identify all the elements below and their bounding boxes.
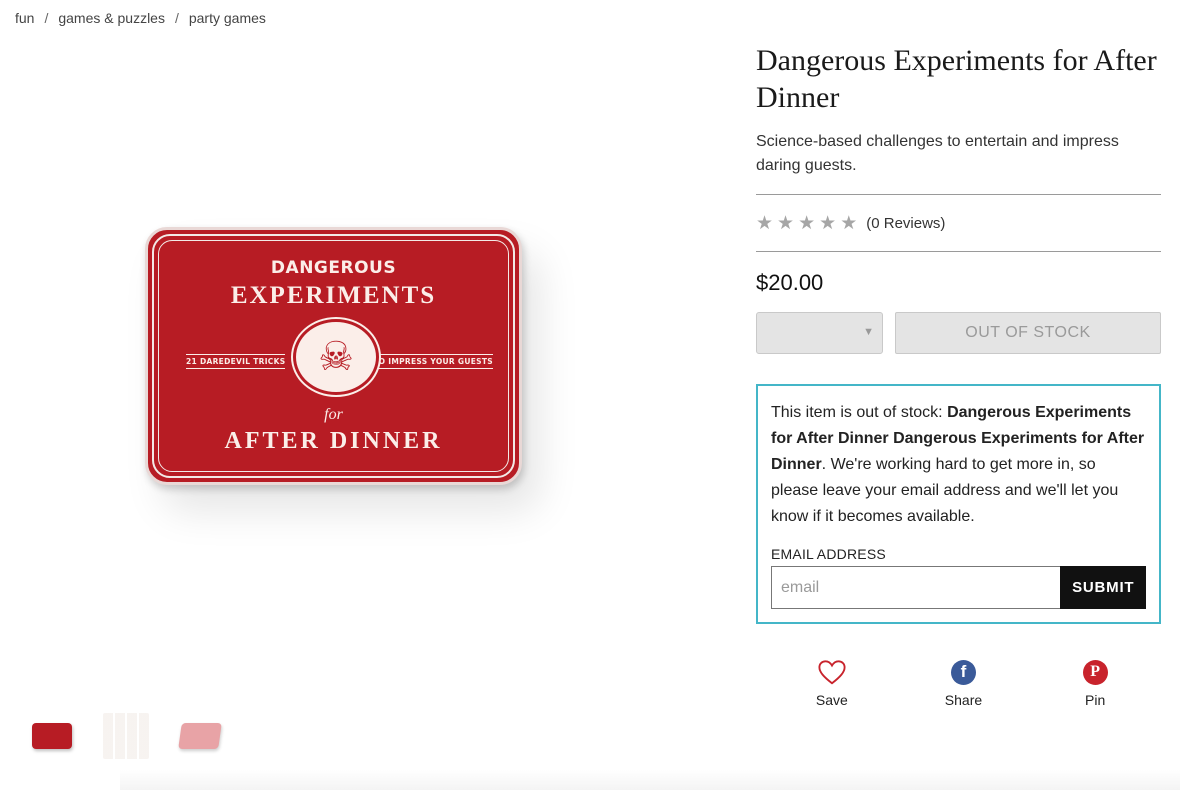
message-suffix: . We're working hard to get more in, so … xyxy=(771,456,1119,525)
out-of-stock-button: OUT OF STOCK xyxy=(895,312,1161,354)
product-price: $20.00 xyxy=(756,270,824,295)
pin-button[interactable]: P Pin xyxy=(1055,658,1135,708)
share-button[interactable]: f Share xyxy=(923,658,1003,708)
social-actions: Save f Share P Pin xyxy=(756,658,1161,708)
back-in-stock-form: This item is out of stock: Dangerous Exp… xyxy=(756,384,1161,624)
save-label: Save xyxy=(815,692,848,708)
purchase-row: ▼ OUT OF STOCK xyxy=(756,312,1161,354)
thumbnail-3[interactable] xyxy=(176,712,224,760)
thumbnail-tin-image xyxy=(32,723,72,749)
tin-tag-right: TO IMPRESS YOUR GUESTS xyxy=(373,354,493,369)
breadcrumb-party-games[interactable]: party games xyxy=(189,10,266,26)
facebook-icon: f xyxy=(949,658,977,686)
star-icon: ★ xyxy=(840,212,858,234)
section-divider-shadow xyxy=(120,770,1180,790)
thumbnail-cards-image xyxy=(103,713,149,759)
thumbnail-strip xyxy=(28,712,224,760)
tin-text-after-dinner: AFTER DINNER xyxy=(224,428,443,454)
save-button[interactable]: Save xyxy=(792,658,872,708)
breadcrumb-games-puzzles[interactable]: games & puzzles xyxy=(58,10,165,26)
heart-icon xyxy=(818,658,846,686)
submit-button[interactable]: SUBMIT xyxy=(1060,566,1146,609)
share-label: Share xyxy=(944,692,983,708)
message-prefix: This item is out of stock: xyxy=(771,404,948,421)
pin-label: Pin xyxy=(1085,692,1106,708)
breadcrumb-separator: / xyxy=(174,10,179,26)
star-icon: ★ xyxy=(756,212,774,234)
star-icon: ★ xyxy=(819,212,837,234)
quantity-select[interactable]: ▼ xyxy=(756,312,883,354)
thumbnail-1[interactable] xyxy=(28,712,76,760)
divider xyxy=(756,251,1161,252)
star-icon: ★ xyxy=(798,212,816,234)
email-label: EMAIL ADDRESS xyxy=(771,546,886,562)
thumbnail-2[interactable] xyxy=(102,712,150,760)
skull-crossbones-icon: ☠ xyxy=(293,319,379,395)
product-main-image[interactable]: DANGEROUS EXPERIMENTS 21 DAREDEVIL TRICK… xyxy=(145,227,522,485)
breadcrumb: fun / games & puzzles / party games xyxy=(15,10,266,26)
email-input[interactable] xyxy=(771,566,1061,609)
pinterest-icon: P xyxy=(1081,658,1109,686)
breadcrumb-separator: / xyxy=(44,10,49,26)
tin-text-experiments: EXPERIMENTS xyxy=(230,282,437,309)
thumbnail-tin-angle-image xyxy=(178,723,222,749)
rating-row: ★ ★ ★ ★ ★ (0 Reviews) xyxy=(756,195,1161,251)
star-rating[interactable]: ★ ★ ★ ★ ★ xyxy=(756,212,857,235)
product-info: Dangerous Experiments for After Dinner S… xyxy=(756,42,1161,624)
tin-tag-left: 21 DAREDEVIL TRICKS xyxy=(186,354,286,369)
caret-down-icon: ▼ xyxy=(863,326,874,338)
product-title: Dangerous Experiments for After Dinner xyxy=(756,44,1157,114)
tin-text-for: for xyxy=(324,406,343,423)
reviews-link[interactable]: (0 Reviews) xyxy=(866,215,945,232)
out-of-stock-message: This item is out of stock: Dangerous Exp… xyxy=(771,400,1146,530)
email-row: SUBMIT xyxy=(771,566,1146,609)
tin-text-dangerous: DANGEROUS xyxy=(270,258,397,278)
star-icon: ★ xyxy=(777,212,795,234)
product-subtitle: Science-based challenges to entertain an… xyxy=(756,133,1119,174)
breadcrumb-fun[interactable]: fun xyxy=(15,10,34,26)
